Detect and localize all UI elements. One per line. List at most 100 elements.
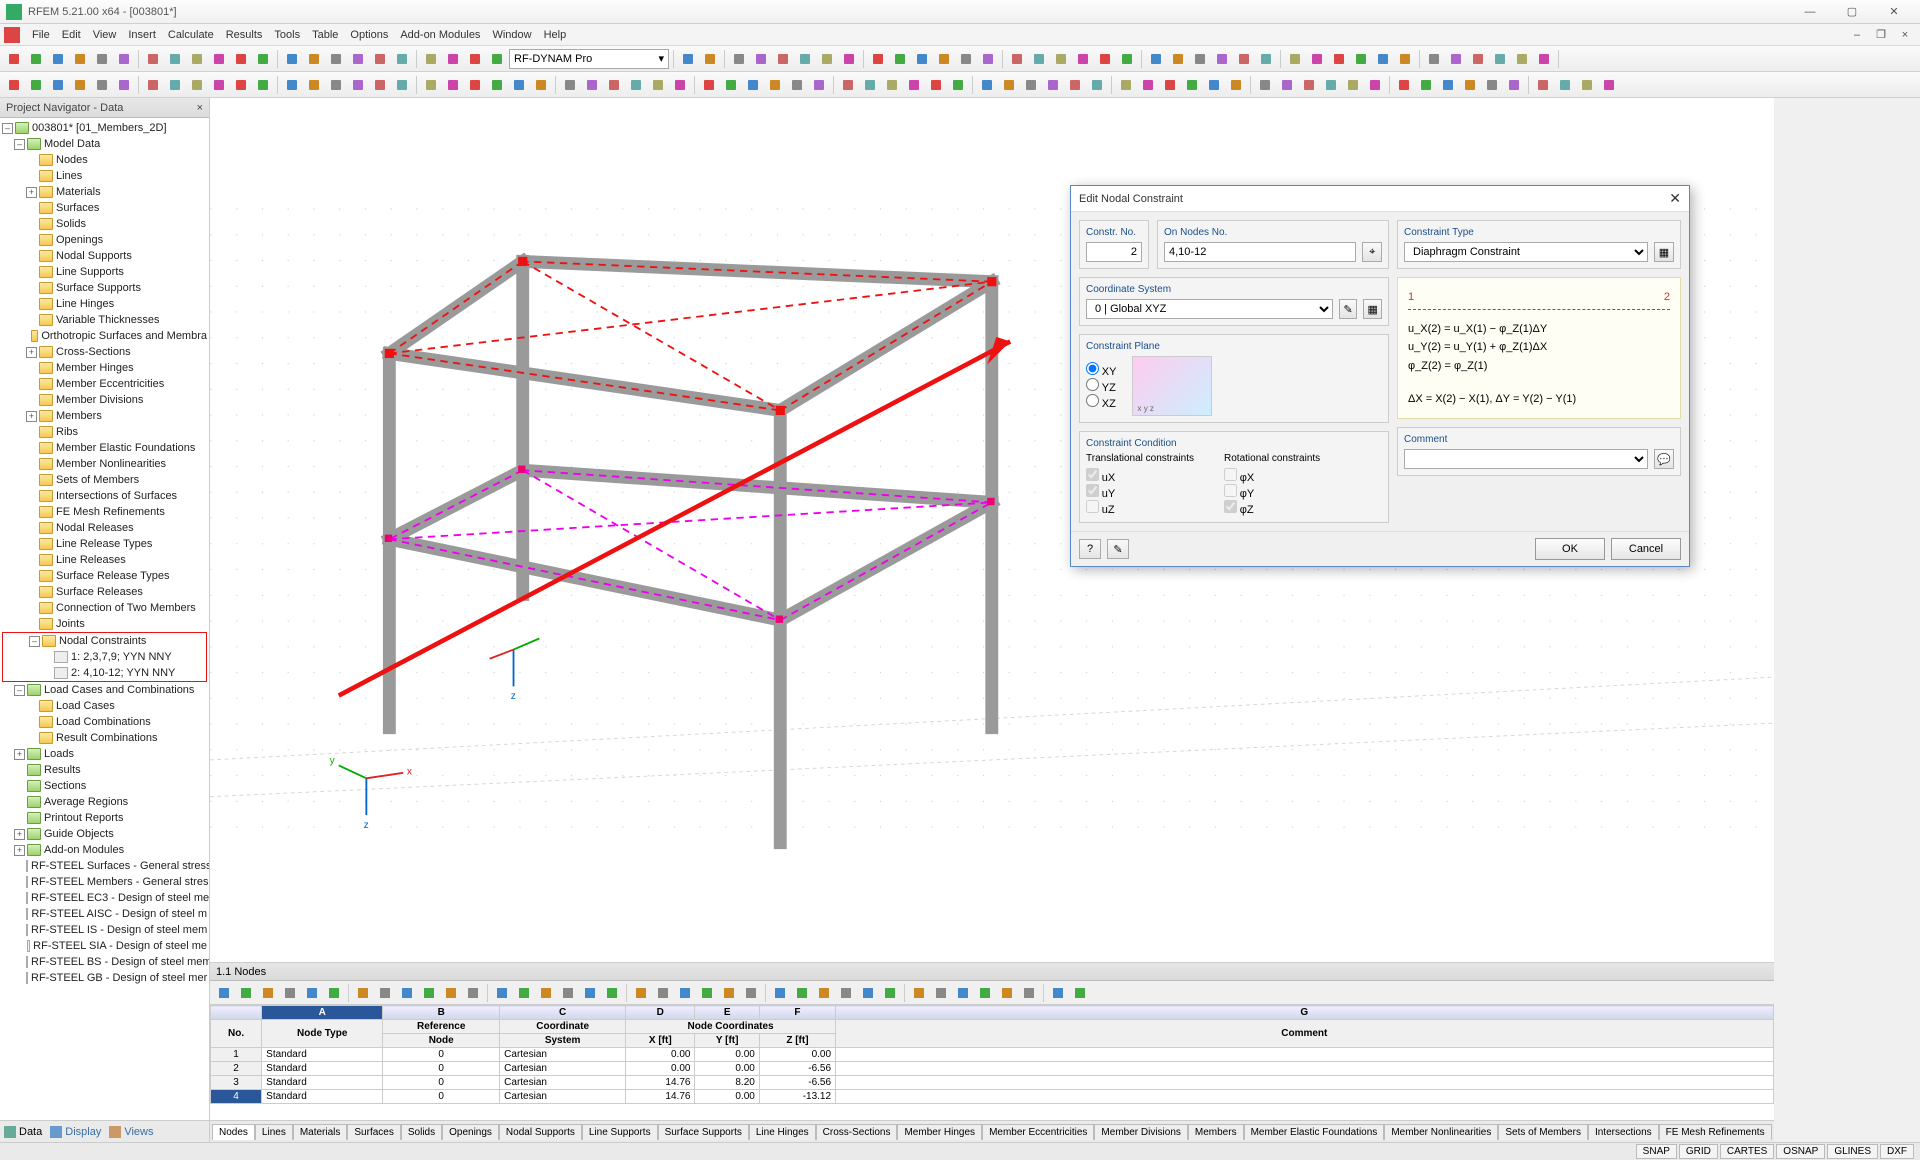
status-toggle[interactable]: DXF: [1880, 1144, 1914, 1159]
comment-input[interactable]: [1404, 449, 1648, 469]
toolbar-button[interactable]: [1534, 49, 1554, 69]
toolbar-button[interactable]: [1321, 75, 1341, 95]
navigator-tree[interactable]: –003801* [01_Members_2D]–Model DataNodes…: [0, 118, 209, 1120]
toolbar-button[interactable]: [838, 75, 858, 95]
toolbar-button[interactable]: [795, 49, 815, 69]
table-toolbar-button[interactable]: [602, 983, 622, 1003]
menu-tools[interactable]: Tools: [268, 27, 306, 43]
toolbar-button[interactable]: [443, 75, 463, 95]
minimize-button[interactable]: —: [1790, 2, 1830, 22]
toolbar-button[interactable]: [1146, 49, 1166, 69]
help-button[interactable]: ?: [1079, 539, 1101, 559]
toolbar-button[interactable]: [977, 75, 997, 95]
table-tab[interactable]: Cross-Sections: [816, 1124, 898, 1140]
tree-item[interactable]: Nodes: [0, 152, 209, 168]
table-tab[interactable]: Sets of Members: [1498, 1124, 1588, 1140]
toolbar-button[interactable]: [904, 75, 924, 95]
table-toolbar-button[interactable]: [1048, 983, 1068, 1003]
table-tab[interactable]: Lines: [255, 1124, 293, 1140]
tree-addon[interactable]: RF-STEEL EC3 - Design of steel me: [0, 890, 209, 906]
nav-tab-views[interactable]: Views: [109, 1126, 153, 1138]
toolbar-button[interactable]: [1416, 75, 1436, 95]
toolbar-button[interactable]: [1051, 49, 1071, 69]
toolbar-button[interactable]: [143, 75, 163, 95]
toolbar-button[interactable]: [531, 75, 551, 95]
tree-item[interactable]: Nodal Releases: [0, 520, 209, 536]
tree-item[interactable]: Member Elastic Foundations: [0, 440, 209, 456]
table-toolbar-button[interactable]: [931, 983, 951, 1003]
mdi-restore-button[interactable]: ❐: [1870, 27, 1892, 43]
table-toolbar-button[interactable]: [770, 983, 790, 1003]
toolbar-button[interactable]: [231, 75, 251, 95]
toolbar-button[interactable]: [882, 75, 902, 95]
toolbar-button[interactable]: [1029, 49, 1049, 69]
tree-item[interactable]: Member Nonlinearities: [0, 456, 209, 472]
table-toolbar-button[interactable]: [514, 983, 534, 1003]
cs-new-button[interactable]: ✎: [1339, 299, 1358, 319]
phiy-check[interactable]: φY: [1224, 489, 1254, 500]
ux-check[interactable]: uX: [1086, 473, 1115, 484]
toolbar-button[interactable]: [92, 75, 112, 95]
toolbar-button[interactable]: [839, 49, 859, 69]
tree-item[interactable]: +Add-on Modules: [0, 842, 209, 858]
toolbar-button[interactable]: [392, 49, 412, 69]
status-toggle[interactable]: OSNAP: [1776, 1144, 1825, 1159]
toolbar-button[interactable]: [209, 49, 229, 69]
tree-lcc[interactable]: –Load Cases and Combinations: [0, 682, 209, 698]
table-tab[interactable]: Line Hinges: [749, 1124, 816, 1140]
mdi-minimize-button[interactable]: –: [1846, 27, 1868, 43]
module-combo[interactable]: RF-DYNAM Pro▾: [509, 49, 669, 69]
tree-item[interactable]: Member Divisions: [0, 392, 209, 408]
tree-item[interactable]: +Materials: [0, 184, 209, 200]
toolbar-button[interactable]: [326, 75, 346, 95]
plane-yz-radio[interactable]: YZ: [1086, 383, 1116, 394]
toolbar-button[interactable]: [253, 75, 273, 95]
close-button[interactable]: ✕: [1874, 2, 1914, 22]
toolbar-button[interactable]: [817, 49, 837, 69]
toolbar-button[interactable]: [948, 75, 968, 95]
table-tab[interactable]: Openings: [442, 1124, 499, 1140]
nav-tab-display[interactable]: Display: [50, 1126, 101, 1138]
table-toolbar-button[interactable]: [558, 983, 578, 1003]
toolbar-button[interactable]: [1226, 75, 1246, 95]
tree-item[interactable]: Joints: [0, 616, 209, 632]
table-tab[interactable]: Surfaces: [347, 1124, 400, 1140]
toolbar-button[interactable]: [1255, 75, 1275, 95]
tree-item[interactable]: Nodal Supports: [0, 248, 209, 264]
tree-item[interactable]: Solids: [0, 216, 209, 232]
toolbar-button[interactable]: [421, 49, 441, 69]
tree-addon[interactable]: RF-STEEL Surfaces - General stress: [0, 858, 209, 874]
toolbar-button[interactable]: [209, 75, 229, 95]
table-toolbar-button[interactable]: [741, 983, 761, 1003]
tree-item[interactable]: Orthotropic Surfaces and Membra: [0, 328, 209, 344]
toolbar-button[interactable]: [1307, 49, 1327, 69]
status-toggle[interactable]: CARTES: [1720, 1144, 1774, 1159]
toolbar-button[interactable]: [1424, 49, 1444, 69]
dialog-titlebar[interactable]: Edit Nodal Constraint ✕: [1071, 186, 1689, 212]
table-toolbar-button[interactable]: [814, 983, 834, 1003]
table-toolbar-button[interactable]: [792, 983, 812, 1003]
toolbar-button[interactable]: [1007, 49, 1027, 69]
tree-item[interactable]: Ribs: [0, 424, 209, 440]
tree-addon[interactable]: RF-STEEL IS - Design of steel mem: [0, 922, 209, 938]
table-toolbar-button[interactable]: [909, 983, 929, 1003]
toolbar-button[interactable]: [1138, 75, 1158, 95]
menu-file[interactable]: File: [26, 27, 56, 43]
toolbar-button[interactable]: [729, 49, 749, 69]
tree-item[interactable]: +Members: [0, 408, 209, 424]
table-toolbar-button[interactable]: [353, 983, 373, 1003]
menu-options[interactable]: Options: [344, 27, 394, 43]
toolbar-button[interactable]: [92, 49, 112, 69]
toolbar-button[interactable]: [1482, 75, 1502, 95]
tree-item[interactable]: Openings: [0, 232, 209, 248]
comment-pick-button[interactable]: 💬: [1654, 449, 1674, 469]
tree-item[interactable]: Load Cases: [0, 698, 209, 714]
toolbar-button[interactable]: [1087, 75, 1107, 95]
toolbar-button[interactable]: [700, 49, 720, 69]
toolbar-button[interactable]: [26, 75, 46, 95]
toolbar-button[interactable]: [326, 49, 346, 69]
table-tab[interactable]: Intersections: [1588, 1124, 1659, 1140]
toolbar-button[interactable]: [1329, 49, 1349, 69]
toolbar-button[interactable]: [48, 49, 68, 69]
table-tab[interactable]: FE Mesh Refinements: [1659, 1124, 1772, 1140]
